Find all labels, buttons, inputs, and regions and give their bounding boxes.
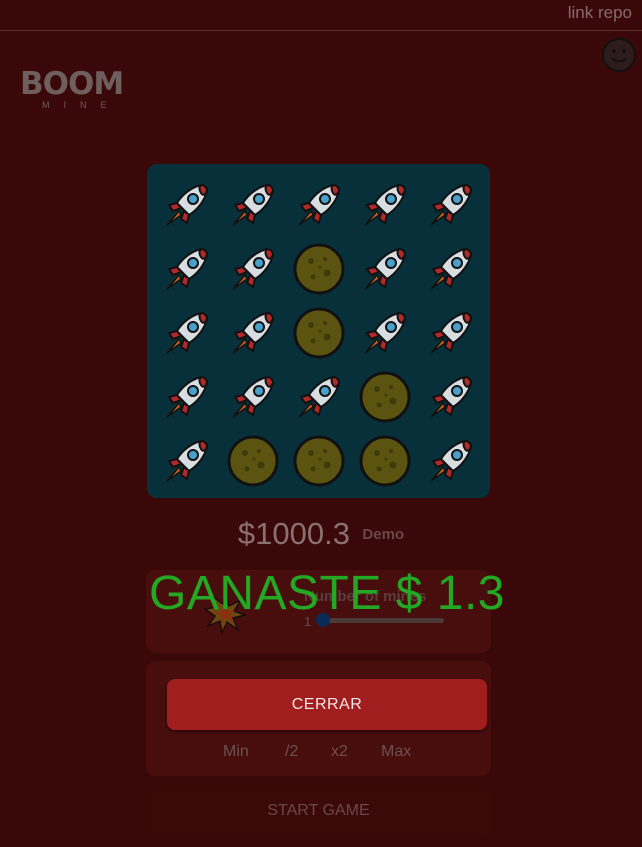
board-cell-moon-icon[interactable] bbox=[289, 239, 349, 299]
start-game-button[interactable]: START GAME bbox=[146, 786, 491, 836]
logo: BOOM MINE bbox=[20, 68, 140, 112]
close-button[interactable]: CERRAR bbox=[167, 679, 487, 730]
board-cell-rocket-icon[interactable] bbox=[421, 367, 481, 427]
board-cell-rocket-icon[interactable] bbox=[157, 303, 217, 363]
board-cell-moon-icon[interactable] bbox=[289, 431, 349, 491]
board-cell-rocket-icon[interactable] bbox=[223, 175, 283, 235]
board-cell-rocket-icon[interactable] bbox=[223, 303, 283, 363]
board-cell-rocket-icon[interactable] bbox=[157, 367, 217, 427]
balance-amount: $1000.3 bbox=[237, 516, 350, 551]
board-cell-rocket-icon[interactable] bbox=[289, 175, 349, 235]
board-cell-rocket-icon[interactable] bbox=[157, 431, 217, 491]
demo-badge: Demo bbox=[362, 525, 405, 543]
logo-wordmark: BOOM bbox=[20, 66, 124, 102]
board-cell-moon-icon[interactable] bbox=[355, 431, 415, 491]
board-cell-rocket-icon[interactable] bbox=[289, 367, 349, 427]
bet-min-button[interactable]: Min bbox=[223, 743, 249, 761]
board-cell-rocket-icon[interactable] bbox=[157, 175, 217, 235]
logo-subtitle: MINE bbox=[42, 100, 121, 110]
board-cell-moon-icon[interactable] bbox=[223, 431, 283, 491]
bet-half-button[interactable]: /2 bbox=[285, 743, 298, 761]
bet-max-button[interactable]: Max bbox=[381, 743, 411, 761]
top-bar: link repo bbox=[0, 0, 642, 31]
board-cell-rocket-icon[interactable] bbox=[421, 431, 481, 491]
win-message: GANASTE $ 1.3 bbox=[149, 567, 505, 620]
board-cell-rocket-icon[interactable] bbox=[157, 239, 217, 299]
board-cell-moon-icon[interactable] bbox=[355, 367, 415, 427]
game-board bbox=[147, 164, 490, 498]
bet-double-button[interactable]: x2 bbox=[331, 743, 348, 761]
bet-buttons: Min /2 x2 Max bbox=[146, 743, 491, 763]
board-cell-rocket-icon[interactable] bbox=[421, 303, 481, 363]
board-cell-moon-icon[interactable] bbox=[289, 303, 349, 363]
balance-row: $1000.3 Demo bbox=[0, 516, 642, 552]
avatar-smiley-icon[interactable] bbox=[602, 38, 636, 72]
board-cell-rocket-icon[interactable] bbox=[355, 239, 415, 299]
board-cell-rocket-icon[interactable] bbox=[355, 303, 415, 363]
board-cell-rocket-icon[interactable] bbox=[223, 239, 283, 299]
board-cell-rocket-icon[interactable] bbox=[355, 175, 415, 235]
board-cell-rocket-icon[interactable] bbox=[421, 175, 481, 235]
board-cell-rocket-icon[interactable] bbox=[223, 367, 283, 427]
board-cell-rocket-icon[interactable] bbox=[421, 239, 481, 299]
repo-link[interactable]: link repo bbox=[568, 3, 632, 23]
